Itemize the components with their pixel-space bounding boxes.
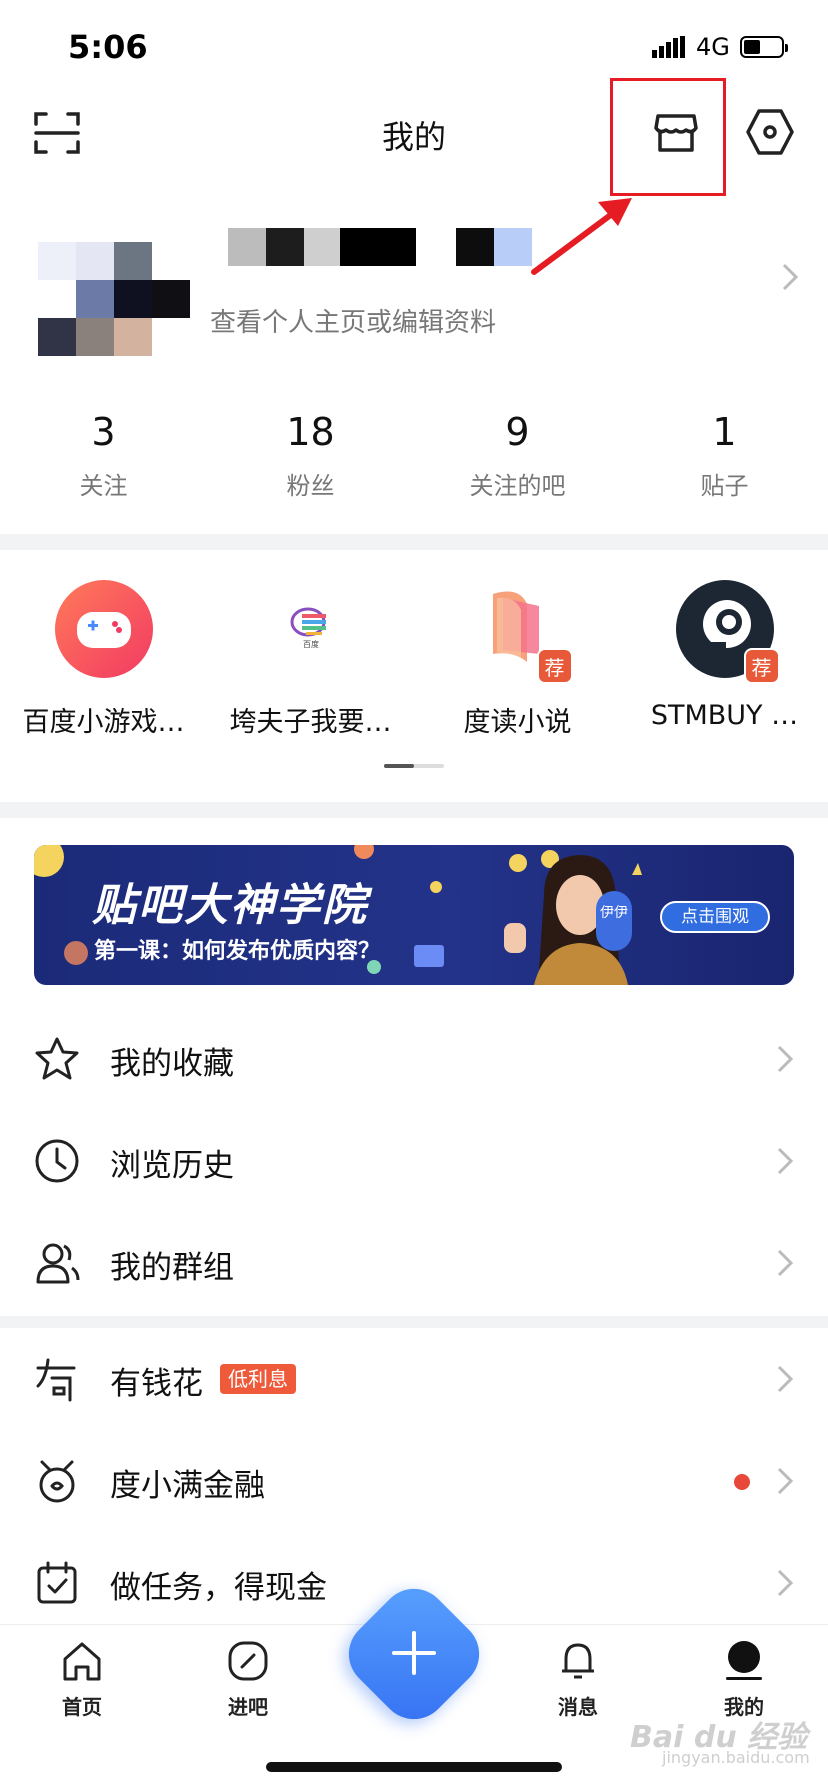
menu-label: 我的收藏	[110, 1046, 234, 1082]
gamepad-icon	[54, 580, 153, 678]
stat-value: 18	[286, 410, 335, 454]
section-divider	[0, 1316, 828, 1328]
chevron-right-icon	[777, 1467, 794, 1495]
menu-label: 有钱花	[110, 1366, 203, 1402]
chevron-right-icon	[777, 1365, 794, 1393]
stat-label: 关注的吧	[469, 472, 566, 500]
menu-item-youqianhua[interactable]: 有钱花 低利息	[0, 1328, 828, 1430]
chevron-right-icon	[777, 1569, 794, 1597]
compass-icon	[228, 1641, 268, 1681]
recommend-badge: 荐	[743, 648, 780, 684]
book-icon: 荐	[468, 580, 573, 684]
palette-icon: 百度	[261, 580, 360, 678]
baidu-watermark-url: jingyan.baidu.com	[662, 1748, 810, 1767]
banner-tag-icon: 伊伊	[596, 891, 632, 951]
app-duread[interactable]: 荐 度读小说	[414, 580, 621, 739]
home-indicator	[266, 1762, 562, 1772]
page-indicator	[384, 764, 444, 768]
app-label: STMBUY …	[650, 700, 799, 731]
clock-icon	[35, 1139, 79, 1183]
stat-fans[interactable]: 18 粉丝	[207, 410, 414, 510]
plus-icon	[392, 1631, 436, 1675]
stat-label: 粉丝	[286, 472, 335, 500]
stat-label: 贴子	[700, 472, 749, 500]
username-blurred	[228, 228, 538, 268]
menu-label: 度小满金融	[110, 1468, 265, 1504]
home-icon	[63, 1642, 101, 1681]
mini-apps-row: 百度小游戏… 百度 垮夫子我要… 荐 度读小说 荐 STMBUY …	[0, 550, 828, 790]
stat-followed-bars[interactable]: 9 关注的吧	[414, 410, 621, 510]
app-stmbuy[interactable]: 荐 STMBUY …	[621, 580, 828, 731]
recommend-badge: 荐	[536, 648, 573, 684]
stat-posts[interactable]: 1 贴子	[621, 410, 828, 510]
chevron-right-icon	[777, 1045, 794, 1073]
signal-icon	[652, 36, 685, 58]
menu-label: 我的群组	[110, 1250, 234, 1286]
svg-text:伊伊: 伊伊	[600, 905, 628, 921]
app-label: 度读小说	[463, 707, 572, 738]
promo-banner[interactable]: 贴吧大神学院 第一课：如何发布优质内容？ 伊伊 点击围观	[34, 845, 794, 985]
task-icon	[37, 1561, 77, 1604]
status-time: 5:06	[68, 28, 148, 66]
stat-value: 3	[91, 410, 116, 454]
section-divider	[0, 534, 828, 550]
app-baidu-minigame[interactable]: 百度小游戏…	[0, 580, 207, 739]
chevron-right-icon	[777, 1147, 794, 1175]
banner-cta-button[interactable]: 点击围观	[660, 901, 770, 933]
group-icon	[36, 1243, 80, 1284]
star-icon	[35, 1037, 79, 1080]
menu-item-groups[interactable]: 我的群组	[0, 1212, 828, 1314]
tab-messages[interactable]: 消息	[528, 1639, 628, 1720]
stmbuy-logo-icon: 荐	[675, 580, 780, 684]
tab-mine[interactable]: 我的	[694, 1639, 794, 1720]
app-label: 百度小游戏…	[22, 707, 185, 738]
menu-label: 做任务，得现金	[110, 1570, 327, 1606]
youqianhua-icon	[36, 1358, 76, 1402]
my-page: 5:06 4G 我的 查看个人主页或编辑资料 3 关注 18 粉丝 9 关注的吧…	[0, 0, 828, 1792]
avatar[interactable]	[38, 228, 190, 356]
stat-value: 9	[505, 410, 530, 454]
banner-subtitle: 第一课：如何发布优质内容？	[94, 939, 381, 964]
stat-label: 关注	[79, 472, 128, 500]
stat-value: 1	[712, 410, 737, 454]
svg-text:百度: 百度	[303, 639, 319, 649]
chevron-right-icon	[782, 263, 799, 291]
section-divider	[0, 802, 828, 818]
menu-label: 浏览历史	[110, 1148, 234, 1184]
notification-dot	[734, 1474, 750, 1490]
banner-title: 贴吧大神学院	[92, 880, 368, 931]
stat-following[interactable]: 3 关注	[0, 410, 207, 510]
profile-card[interactable]: 查看个人主页或编辑资料	[0, 214, 828, 356]
tab-label: 进吧	[228, 1695, 268, 1719]
network-type: 4G	[696, 33, 730, 61]
low-interest-tag: 低利息	[220, 1364, 296, 1394]
stats-row: 3 关注 18 粉丝 9 关注的吧 1 贴子	[0, 410, 828, 510]
menu-item-duxiaoman[interactable]: 度小满金融	[0, 1430, 828, 1532]
tab-explore[interactable]: 进吧	[198, 1639, 298, 1720]
duxiaoman-icon	[39, 1460, 75, 1503]
annotation-highlight-box	[610, 78, 726, 196]
settings-icon[interactable]	[744, 106, 796, 158]
tab-label: 首页	[62, 1695, 102, 1719]
battery-icon	[740, 36, 788, 58]
profile-edit-link: 查看个人主页或编辑资料	[210, 308, 497, 338]
app-kuafuzi[interactable]: 百度 垮夫子我要…	[207, 580, 414, 739]
app-label: 垮夫子我要…	[229, 707, 392, 738]
menu-item-favorites[interactable]: 我的收藏	[0, 1008, 828, 1110]
tab-home[interactable]: 首页	[32, 1639, 132, 1720]
chevron-right-icon	[777, 1249, 794, 1277]
menu-item-history[interactable]: 浏览历史	[0, 1110, 828, 1212]
profile-active-icon	[726, 1641, 762, 1680]
bell-icon	[562, 1643, 594, 1679]
tab-label: 消息	[558, 1695, 598, 1719]
